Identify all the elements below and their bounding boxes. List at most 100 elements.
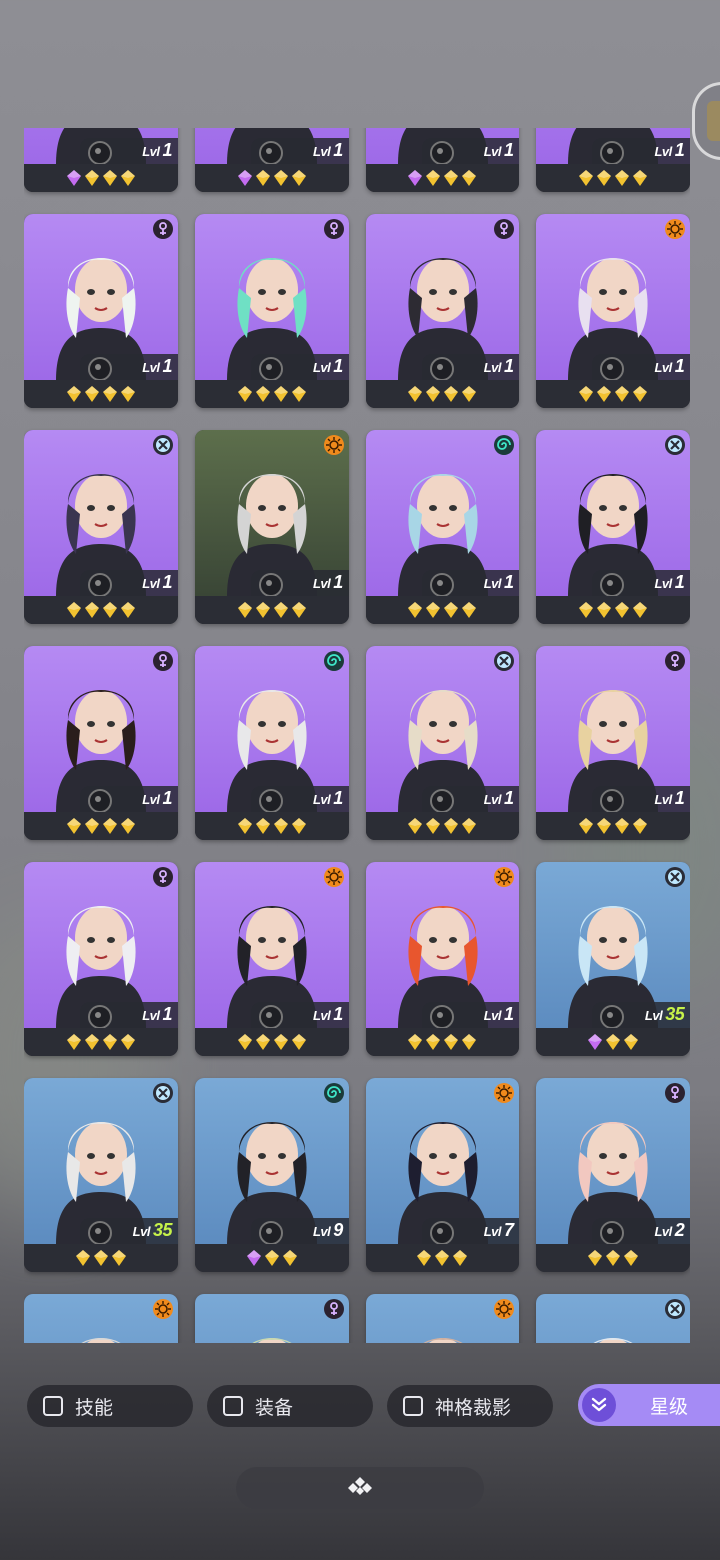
hero-card[interactable]: Lvl 1 (24, 646, 178, 840)
level-bar: Lvl 35 (80, 1218, 178, 1245)
hero-card[interactable]: Lvl 1 (24, 430, 178, 624)
gold-star-gem-icon (606, 1250, 621, 1266)
level-bar: Lvl 7 (421, 1218, 520, 1245)
equipment-slot-icon (600, 1005, 625, 1029)
level-prefix: Lvl (483, 144, 502, 159)
equipment-filter-toggle[interactable]: 装备 (207, 1385, 373, 1427)
sun-class-icon (493, 1298, 515, 1320)
star-rating (536, 1244, 690, 1272)
star-rating (536, 164, 690, 192)
level-bar: Lvl 1 (250, 786, 349, 813)
gold-star-gem-icon (84, 818, 99, 834)
level-value: 2 (674, 1220, 685, 1240)
skill-filter-toggle[interactable]: 技能 (27, 1385, 193, 1427)
hero-card[interactable]: Lvl 1 (365, 430, 520, 624)
gold-star-gem-icon (606, 1034, 621, 1050)
hero-card[interactable]: Lvl 1 (24, 214, 178, 408)
hero-card[interactable]: Lvl 1 (194, 862, 349, 1056)
equipment-slot-icon (429, 357, 454, 381)
level-bar: Lvl 1 (592, 786, 690, 813)
hero-card[interactable] (24, 1294, 178, 1343)
equipment-slot-icon (258, 357, 283, 381)
level-prefix: Lvl (142, 360, 160, 375)
hero-card[interactable]: Lvl 2 (536, 1078, 690, 1272)
gold-star-gem-icon (615, 170, 630, 186)
gold-star-gem-icon (75, 1250, 90, 1266)
hero-grid[interactable]: Lvl 1 Lvl 1 Lvl 1 Lvl 1 Lvl 1 Lvl 1 Lvl 1 Lvl 1 Lvl 1 Lvl 1… (24, 128, 690, 1343)
level-bar: Lvl 1 (80, 570, 178, 597)
level-bar: Lvl 1 (250, 1002, 349, 1029)
hero-card[interactable]: Lvl 1 (536, 128, 690, 192)
hero-card[interactable]: Lvl 1 (365, 128, 520, 192)
star-rating (24, 164, 178, 192)
level-value: 1 (333, 356, 343, 376)
equipment-slot-icon (88, 1221, 112, 1245)
divinity-shadow-filter-toggle[interactable]: 神格裁影 (387, 1385, 553, 1427)
hero-card[interactable]: Lvl 1 (365, 646, 520, 840)
hero-card[interactable]: Lvl 7 (365, 1078, 520, 1272)
hero-card[interactable]: Lvl 1 (24, 862, 178, 1056)
hero-level: Lvl 1 (654, 140, 684, 161)
hero-card[interactable]: Lvl 35 (24, 1078, 178, 1272)
level-value: 1 (503, 140, 514, 160)
gold-star-gem-icon (84, 170, 99, 186)
gold-star-gem-icon (66, 602, 81, 618)
star-rating (365, 596, 520, 624)
level-value: 1 (162, 1004, 172, 1024)
hero-level: Lvl 1 (654, 572, 684, 593)
hero-card[interactable]: Lvl 1 (536, 646, 690, 840)
equipment-slot-icon (429, 789, 454, 813)
gold-star-gem-icon (102, 602, 117, 618)
equipment-slot-icon (429, 141, 454, 165)
spiral-class-icon (323, 1082, 345, 1104)
star-rating (194, 812, 349, 840)
level-prefix: Lvl (483, 792, 502, 807)
hero-level: Lvl 9 (313, 1220, 343, 1241)
hero-card[interactable] (536, 1294, 690, 1343)
hero-level: Lvl 1 (142, 572, 172, 593)
hero-level: Lvl 1 (313, 1004, 343, 1025)
hero-level: Lvl 1 (142, 356, 172, 377)
hero-card[interactable]: Lvl 1 (194, 646, 349, 840)
level-bar: Lvl 9 (250, 1218, 349, 1245)
level-prefix: Lvl (654, 360, 672, 375)
hero-card[interactable]: Lvl 1 (194, 214, 349, 408)
gold-star-gem-icon (408, 818, 423, 834)
gold-star-gem-icon (120, 1034, 135, 1050)
gold-star-gem-icon (282, 1250, 297, 1266)
psi-class-icon (152, 218, 174, 240)
menu-icon (707, 101, 720, 141)
hero-card[interactable]: Lvl 1 (194, 128, 349, 192)
gold-star-gem-icon (408, 386, 423, 402)
hero-card[interactable]: Lvl 9 (194, 1078, 349, 1272)
level-prefix: Lvl (483, 1008, 502, 1023)
star-rank-sort-button[interactable]: 星级 (578, 1384, 720, 1426)
gold-star-gem-icon (633, 602, 648, 618)
top-right-menu-button[interactable] (692, 82, 720, 160)
sun-class-icon (664, 218, 686, 240)
collapse-panel-button[interactable] (236, 1467, 484, 1509)
hero-row: Lvl 1 Lvl 1 Lvl 1 Lvl 1 (24, 214, 690, 408)
hero-level: Lvl 1 (654, 788, 684, 809)
hero-card[interactable]: Lvl 1 (24, 128, 178, 192)
hero-card[interactable] (365, 1294, 520, 1343)
level-prefix: Lvl (483, 360, 502, 375)
hero-card[interactable]: Lvl 1 (365, 862, 520, 1056)
level-bar: Lvl 1 (80, 354, 178, 381)
star-rating (194, 1028, 349, 1056)
hero-card[interactable] (194, 1294, 349, 1343)
psi-class-icon (664, 650, 686, 672)
sun-class-icon (493, 866, 515, 888)
hero-card[interactable]: Lvl 1 (536, 430, 690, 624)
hero-card[interactable]: Lvl 1 (194, 430, 349, 624)
level-value: 1 (333, 140, 343, 160)
hero-card[interactable]: Lvl 1 (536, 214, 690, 408)
level-value: 35 (665, 1004, 685, 1024)
gold-star-gem-icon (273, 170, 288, 186)
hero-level: Lvl 1 (484, 1004, 514, 1025)
hero-card[interactable]: Lvl 35 (536, 862, 690, 1056)
gold-star-gem-icon (417, 1250, 432, 1266)
hero-card[interactable]: Lvl 1 (365, 214, 520, 408)
gold-star-gem-icon (273, 818, 288, 834)
level-prefix: Lvl (312, 360, 331, 375)
